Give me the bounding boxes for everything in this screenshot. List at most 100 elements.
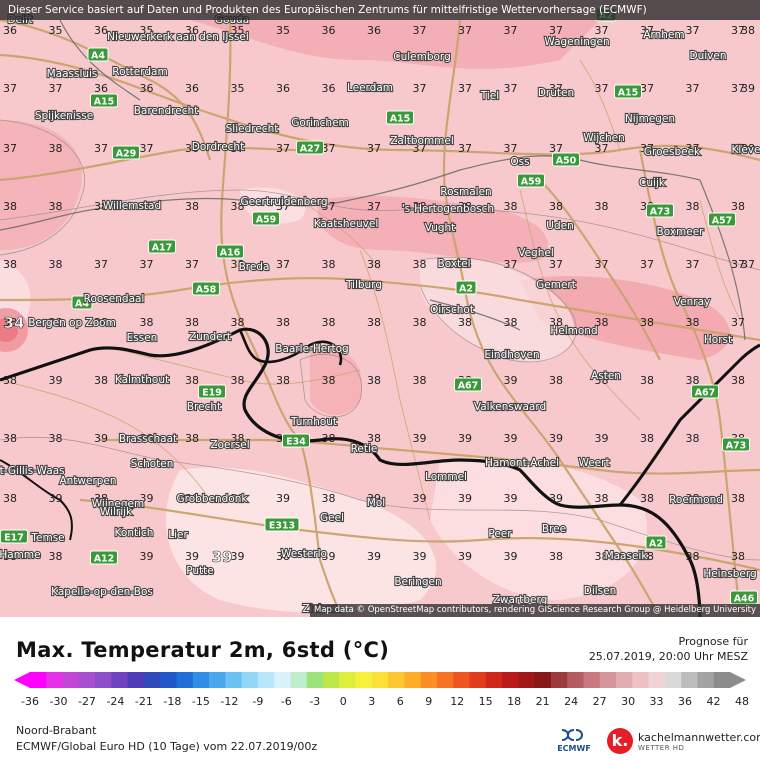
colorbar-cell bbox=[176, 672, 194, 688]
temperature-value: 37 bbox=[640, 258, 654, 271]
colorbar-tick-label: -9 bbox=[252, 695, 264, 708]
temperature-value: 38 bbox=[49, 550, 63, 563]
colorbar-cell bbox=[664, 672, 682, 688]
svg-text:A67: A67 bbox=[695, 388, 716, 399]
road-shield: A2 bbox=[455, 280, 477, 295]
temperature-value: 37 bbox=[185, 258, 199, 271]
place-label: Rotterdam bbox=[112, 66, 167, 78]
colorbar-cell bbox=[339, 672, 357, 688]
svg-text:A16: A16 bbox=[220, 248, 241, 259]
temperature-value: 38 bbox=[322, 492, 336, 505]
kachelmann-brand-name[interactable]: kachelmannwetter.com bbox=[638, 731, 760, 744]
svg-text:A2: A2 bbox=[459, 284, 473, 295]
place-label: Gemert bbox=[536, 279, 576, 291]
temperature-value: 38 bbox=[3, 258, 17, 271]
temperature-value: 38 bbox=[49, 200, 63, 213]
temperature-value: 35 bbox=[231, 82, 245, 95]
colorbar-tick-label: -36 bbox=[21, 695, 39, 708]
temperature-value-highlight: 38 bbox=[741, 24, 755, 37]
temperature-value: 37 bbox=[276, 142, 290, 155]
road-shield: A15 bbox=[386, 110, 414, 125]
colorbar-cell bbox=[518, 672, 536, 688]
temperature-value: 35 bbox=[49, 24, 63, 37]
place-label: Zoersel bbox=[210, 439, 249, 451]
temperature-value: 37 bbox=[94, 258, 108, 271]
place-label: Helmond bbox=[550, 325, 597, 337]
temperature-value: 39 bbox=[458, 492, 472, 505]
temperature-value: 37 bbox=[413, 24, 427, 37]
temperature-value-highlight: 37 bbox=[741, 258, 755, 271]
forecast-map: 36 35 36 35 36 35 35 36 36 37 37 37 37 37 37 37 37 37 37 36… bbox=[0, 0, 760, 617]
colorbar-ticks: -36 -30 -27 -24 -21 -18 -15 -12 -9 -6 -3 0 3 6 9 12 15 18… bbox=[0, 695, 760, 711]
ecmwf-emblem-icon bbox=[561, 729, 583, 741]
place-label: Dilsen bbox=[584, 585, 617, 597]
colorbar-cell bbox=[306, 672, 324, 688]
temperature-value: 38 bbox=[49, 142, 63, 155]
colorbar-cell bbox=[388, 672, 405, 688]
road-shield: E313 bbox=[264, 517, 300, 532]
place-label: Rosmalen bbox=[440, 186, 491, 198]
road-shield: A15 bbox=[614, 84, 642, 99]
place-label: Wijchen bbox=[583, 132, 625, 144]
temperature-value: 37 bbox=[595, 82, 609, 95]
colorbar-cell bbox=[143, 672, 161, 688]
colorbar-cell bbox=[127, 672, 145, 688]
road-shield: A73 bbox=[646, 203, 674, 218]
temperature-value: 39 bbox=[231, 550, 245, 563]
colorbar-min-arrow bbox=[14, 672, 30, 688]
colorbar-cell bbox=[46, 672, 64, 688]
colorbar-tick-label: 42 bbox=[706, 695, 721, 708]
temperature-value: 38 bbox=[413, 316, 427, 329]
temperature-value: 38 bbox=[276, 316, 290, 329]
colorbar-cell bbox=[648, 672, 666, 688]
colorbar-cell bbox=[550, 672, 568, 688]
place-label: Groesbeek bbox=[644, 146, 701, 158]
place-label: Kaatsheuvel bbox=[314, 218, 379, 230]
map-credit: Map data © OpenStreetMap contributors, r… bbox=[310, 604, 760, 617]
place-label: Dordrecht bbox=[192, 141, 244, 153]
colorbar-tick-label: -3 bbox=[309, 695, 321, 708]
place-label: Maaseik bbox=[605, 550, 649, 562]
svg-text:A57: A57 bbox=[712, 216, 733, 227]
map-canvas: 36 35 36 35 36 35 35 36 36 37 37 37 37 37 37 37 3737 37 36… bbox=[0, 0, 760, 617]
temperature-value: 38 bbox=[322, 258, 336, 271]
temperature-value: 37 bbox=[94, 142, 108, 155]
temperature-value: 39 bbox=[185, 550, 199, 563]
svg-text:A12: A12 bbox=[94, 554, 115, 565]
temperature-value: 39 bbox=[413, 492, 427, 505]
temperature-value: 37 bbox=[686, 82, 700, 95]
temperature-value: 38 bbox=[231, 316, 245, 329]
temperature-value: 35 bbox=[276, 24, 290, 37]
place-label: Cuijk bbox=[639, 177, 666, 189]
colorbar-tick-label: -21 bbox=[134, 695, 153, 708]
kachelmann-logo-icon[interactable]: k. bbox=[607, 728, 633, 754]
place-label: Sint-Gillis-Waas bbox=[0, 465, 65, 477]
temperature-value: 38 bbox=[49, 432, 63, 445]
temperature-value: 36 bbox=[322, 24, 336, 37]
temperature-value: 38 bbox=[549, 200, 563, 213]
place-label: Brasschaat bbox=[119, 433, 177, 445]
temperature-value: 36 bbox=[185, 82, 199, 95]
temperature-value: 39 bbox=[49, 492, 63, 505]
colorbar-cell bbox=[290, 672, 308, 688]
colorbar-cell bbox=[192, 672, 210, 688]
place-label: Retie bbox=[351, 443, 378, 455]
temperature-value: 37 bbox=[367, 142, 381, 155]
road-shield: E17 bbox=[0, 529, 28, 544]
place-label: Roosendaal bbox=[84, 293, 145, 305]
colorbar-cell bbox=[713, 672, 731, 688]
place-label: Asten bbox=[591, 370, 621, 382]
colorbar-tick-label: -30 bbox=[49, 695, 68, 708]
temperature-value: 37 bbox=[140, 142, 154, 155]
road-shield: A27 bbox=[296, 140, 324, 155]
road-shield: A58 bbox=[192, 281, 220, 296]
temperature-value-highlight: 34 bbox=[4, 314, 25, 332]
place-label: Eindhoven bbox=[484, 349, 539, 361]
temperature-value: 38 bbox=[731, 492, 745, 505]
colorbar-cell bbox=[323, 672, 340, 688]
temperature-value: 38 bbox=[49, 258, 63, 271]
place-label: Essen bbox=[127, 332, 158, 344]
colorbar-tick-label: 18 bbox=[507, 695, 522, 708]
temperature-value: 38 bbox=[185, 432, 199, 445]
temperature-value: 38 bbox=[640, 374, 654, 387]
